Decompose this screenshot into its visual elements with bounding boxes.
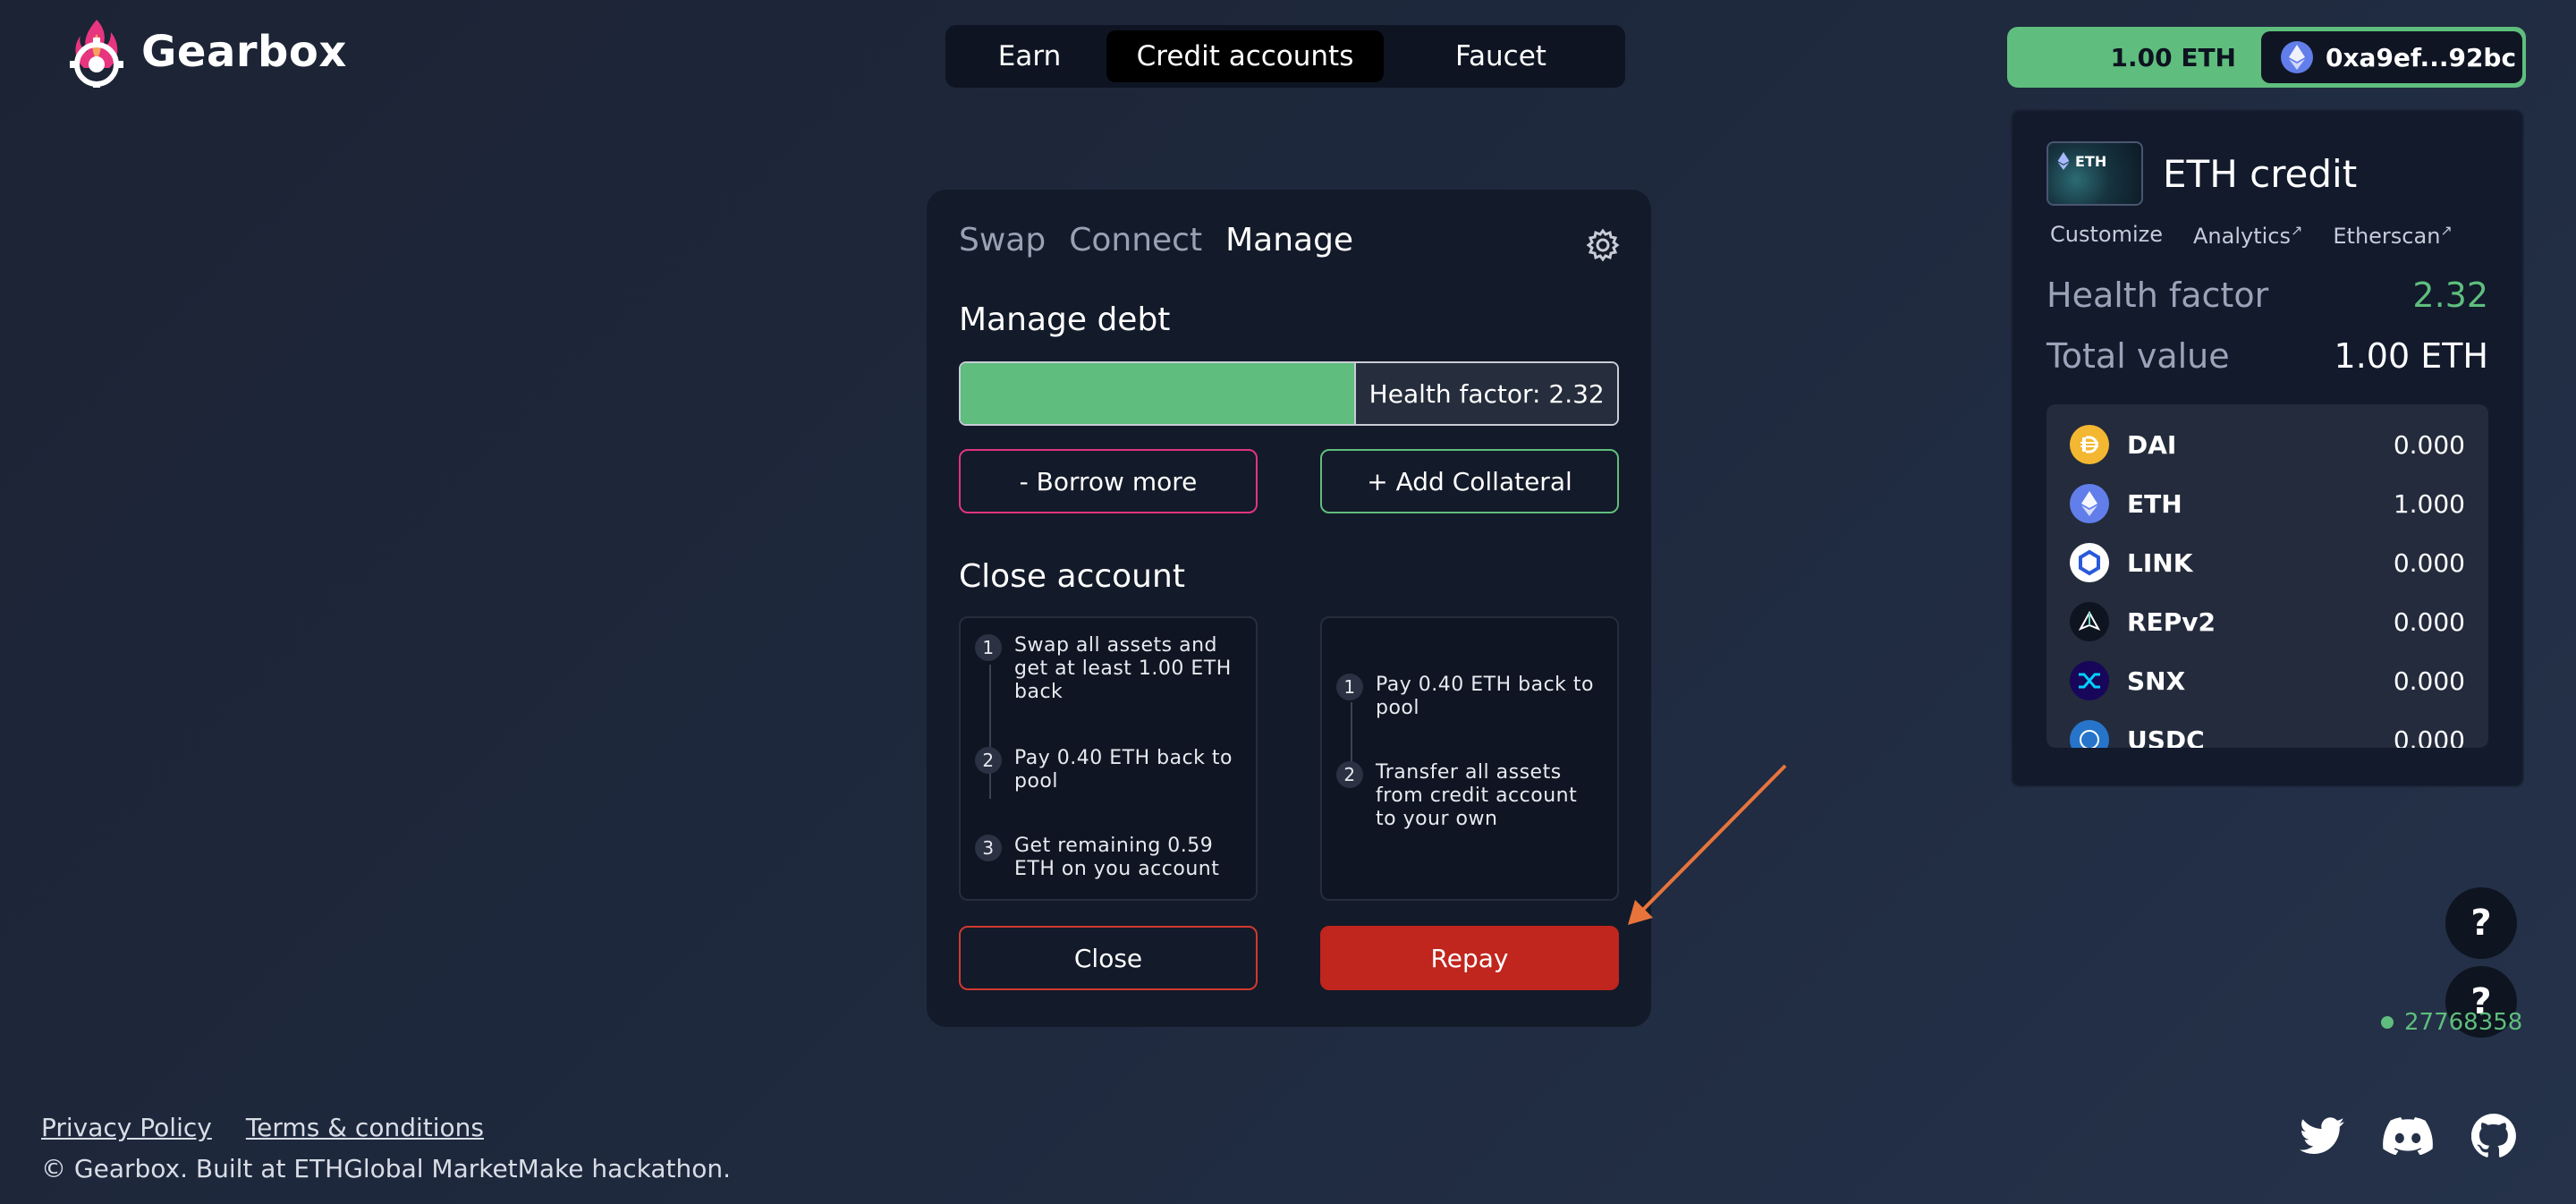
privacy-policy-link[interactable]: Privacy Policy: [41, 1113, 212, 1142]
settings-gear-icon[interactable]: [1585, 227, 1621, 263]
wallet-address-button[interactable]: 0xa9ef...92bc: [2261, 31, 2522, 83]
analytics-link[interactable]: Analytics↗: [2193, 222, 2302, 249]
credit-account-card: ETH ETH credit Customize Analytics↗ Ethe…: [2011, 109, 2524, 787]
step-number: 3: [975, 835, 1002, 861]
asset-value: 0.000: [2393, 725, 2465, 749]
help-button[interactable]: ?: [2445, 887, 2517, 959]
step-number: 2: [975, 747, 1002, 774]
status-dot-icon: [2381, 1016, 2394, 1029]
wallet-balance: 1.00 ETH: [2110, 42, 2237, 72]
asset-name: REPv2: [2127, 606, 2216, 637]
close-steps-card: 1 Swap all assets and get at least 1.00 …: [959, 616, 1258, 901]
health-factor-bar-fill: [961, 363, 1355, 424]
link-icon: [2070, 543, 2109, 582]
nav-tab-credit-accounts[interactable]: Credit accounts: [1106, 30, 1384, 82]
wallet-address: 0xa9ef...92bc: [2326, 42, 2517, 72]
asset-value: 1.000: [2393, 488, 2465, 519]
manage-debt-title: Manage debt: [959, 301, 1171, 338]
terms-link[interactable]: Terms & conditions: [246, 1113, 484, 1142]
dai-icon: [2070, 425, 2109, 464]
credit-account-thumbnail: ETH: [2046, 141, 2143, 206]
total-value-label: Total value: [2046, 336, 2230, 376]
step-text: Pay 0.40 ETH back to pool: [1376, 674, 1594, 719]
asset-name: LINK: [2127, 547, 2193, 578]
wallet-widget[interactable]: 1.00 ETH 0xa9ef...92bc: [2007, 27, 2526, 88]
discord-icon[interactable]: [2383, 1113, 2433, 1159]
asset-value: 0.000: [2393, 429, 2465, 460]
gearbox-logo-icon: [70, 20, 123, 88]
asset-name: SNX: [2127, 666, 2186, 696]
thumbnail-label: ETH: [2075, 152, 2107, 170]
close-account-title: Close account: [959, 558, 1185, 595]
block-number-value: 27768358: [2404, 1009, 2523, 1036]
eth-icon: [2057, 152, 2070, 170]
step-text: Get remaining 0.59 ETH on you account: [1014, 835, 1220, 880]
step-number: 1: [1336, 674, 1363, 700]
list-item: SNX 0.000: [2070, 651, 2465, 710]
list-item: LINK 0.000: [2070, 533, 2465, 592]
list-item: USDC 0.000: [2070, 710, 2465, 748]
credit-account-title: ETH credit: [2163, 151, 2358, 196]
list-item: ETH 1.000: [2070, 474, 2465, 533]
asset-name: DAI: [2127, 429, 2177, 460]
health-factor-bar-label: Health factor: 2.32: [1354, 363, 1617, 424]
list-item: REPv2 0.000: [2070, 592, 2465, 651]
health-factor-label: Health factor: [2046, 276, 2269, 315]
asset-value: 0.000: [2393, 606, 2465, 637]
external-link-icon: ↗: [2290, 222, 2303, 239]
step-item: 1 Pay 0.40 ETH back to pool: [1336, 674, 1603, 720]
twitter-icon[interactable]: [2297, 1113, 2347, 1159]
step-number: 1: [975, 634, 1002, 661]
asset-name: USDC: [2127, 725, 2205, 749]
step-number: 2: [1336, 761, 1363, 788]
repay-button[interactable]: Repay: [1320, 926, 1619, 990]
app-name: Gearbox: [141, 27, 347, 77]
eth-icon: [2070, 484, 2109, 523]
copyright-text: © Gearbox. Built at ETHGlobal MarketMake…: [41, 1154, 731, 1183]
step-item: 2 Transfer all assets from credit accoun…: [1336, 761, 1603, 831]
step-text: Swap all assets and get at least 1.00 ET…: [1014, 634, 1232, 703]
snx-icon: [2070, 661, 2109, 700]
asset-name: ETH: [2127, 488, 2182, 519]
etherscan-link-label: Etherscan: [2333, 224, 2441, 249]
nav-tab-earn[interactable]: Earn: [953, 30, 1106, 82]
etherscan-link[interactable]: Etherscan↗: [2333, 222, 2452, 249]
tab-swap[interactable]: Swap: [959, 222, 1046, 259]
step-item: 3 Get remaining 0.59 ETH on you account: [975, 835, 1241, 881]
block-number: 27768358: [2381, 1009, 2522, 1036]
app-logo[interactable]: Gearbox: [66, 16, 347, 88]
external-link-icon: ↗: [2440, 222, 2453, 239]
health-factor-value: 2.32: [2412, 276, 2488, 315]
borrow-more-button[interactable]: - Borrow more: [959, 449, 1258, 513]
asset-value: 0.000: [2393, 547, 2465, 578]
main-nav: Earn Credit accounts Faucet: [945, 25, 1625, 88]
usdc-icon: [2070, 720, 2109, 748]
tab-connect[interactable]: Connect: [1069, 222, 1202, 259]
step-item: 1 Swap all assets and get at least 1.00 …: [975, 634, 1241, 704]
repay-steps-card: 1 Pay 0.40 ETH back to pool 2 Transfer a…: [1320, 616, 1619, 901]
step-item: 2 Pay 0.40 ETH back to pool: [975, 747, 1241, 793]
eth-icon: [2281, 41, 2313, 73]
health-factor-bar: Health factor: 2.32: [959, 361, 1619, 426]
nav-tab-faucet[interactable]: Faucet: [1384, 30, 1618, 82]
analytics-link-label: Analytics: [2192, 224, 2291, 249]
step-text: Transfer all assets from credit account …: [1376, 761, 1578, 830]
customize-link[interactable]: Customize: [2050, 222, 2163, 249]
asset-list[interactable]: DAI 0.000 ETH 1.000 LINK 0.000 REPv2 0.0…: [2046, 404, 2488, 748]
asset-value: 0.000: [2393, 666, 2465, 696]
annotation-arrow-icon: [1628, 764, 1787, 925]
repv2-icon: [2070, 602, 2109, 641]
list-item: DAI 0.000: [2070, 415, 2465, 474]
step-text: Pay 0.40 ETH back to pool: [1014, 747, 1233, 793]
total-value: 1.00 ETH: [2334, 336, 2488, 376]
manage-panel: Swap Connect Manage Manage debt Health f…: [927, 190, 1651, 1027]
tab-manage[interactable]: Manage: [1225, 222, 1353, 259]
add-collateral-button[interactable]: + Add Collateral: [1320, 449, 1619, 513]
close-button[interactable]: Close: [959, 926, 1258, 990]
github-icon[interactable]: [2469, 1113, 2519, 1159]
